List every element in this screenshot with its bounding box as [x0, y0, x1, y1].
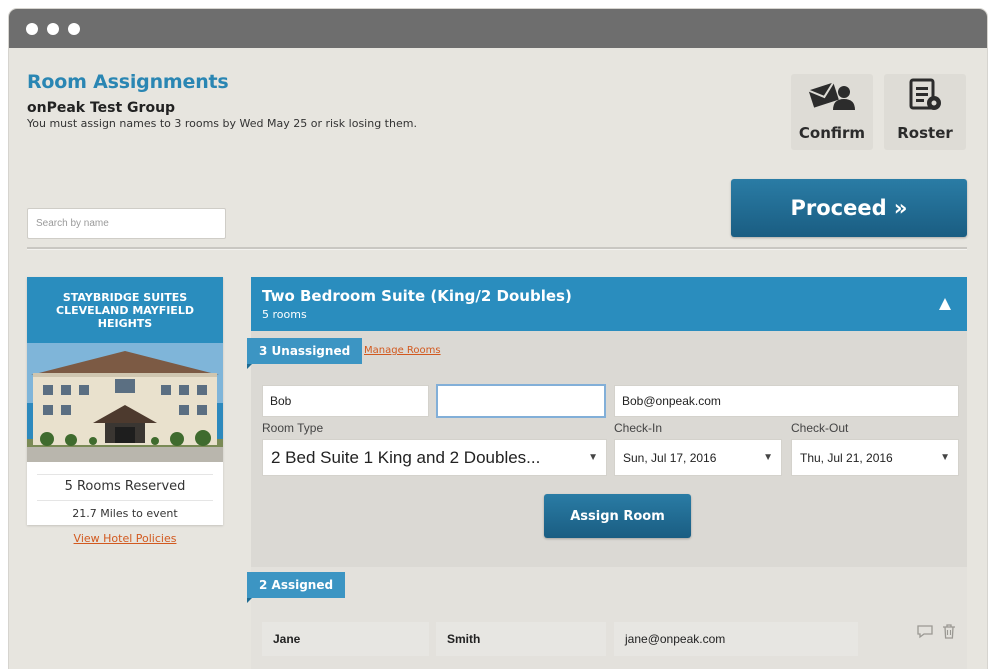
roster-button[interactable]: Roster — [884, 74, 966, 150]
window-titlebar — [9, 9, 987, 48]
comment-icon[interactable] — [916, 624, 934, 643]
caret-down-icon: ▼ — [763, 452, 773, 463]
view-hotel-policies-link[interactable]: View Hotel Policies — [27, 532, 223, 545]
caret-down-icon: ▼ — [940, 452, 950, 463]
room-type-label: Room Type — [262, 421, 324, 435]
roster-label: Roster — [897, 124, 953, 142]
check-out-select[interactable]: Thu, Jul 21, 2016 ▼ — [791, 439, 959, 476]
room-count: 5 rooms — [262, 308, 307, 321]
proceed-button[interactable]: Proceed » — [731, 179, 967, 237]
assigned-email[interactable]: jane@onpeak.com — [614, 622, 858, 656]
section-divider — [27, 247, 967, 249]
check-in-select[interactable]: Sun, Jul 17, 2016 ▼ — [614, 439, 782, 476]
rooms-reserved: 5 Rooms Reserved — [37, 474, 213, 501]
row-actions — [916, 624, 956, 643]
check-in-label: Check-In — [614, 421, 663, 435]
envelope-person-icon — [808, 80, 856, 116]
trash-icon[interactable] — [942, 624, 956, 643]
assign-room-button[interactable]: Assign Room — [544, 494, 691, 538]
assigned-tag: 2 Assigned — [247, 572, 346, 603]
check-out-label: Check-Out — [791, 421, 849, 435]
room-type-select[interactable]: 2 Bed Suite 1 King and 2 Doubles... ▼ — [262, 439, 607, 476]
distance-to-event: 21.7 Miles to event — [72, 507, 178, 520]
browser-window: Room Assignments onPeak Test Group You m… — [9, 9, 987, 669]
first-name-field[interactable]: Bob — [262, 385, 429, 417]
confirm-button[interactable]: Confirm — [791, 74, 873, 150]
page-content: Room Assignments onPeak Test Group You m… — [9, 48, 987, 669]
hotel-card: STAYBRIDGE SUITES CLEVELAND MAYFIELD HEI… — [27, 277, 223, 525]
manage-rooms-link[interactable]: Manage Rooms — [364, 345, 441, 356]
caret-down-icon: ▼ — [588, 452, 598, 463]
assigned-first-name[interactable]: Jane — [262, 622, 429, 656]
window-dot-icon[interactable] — [68, 22, 80, 35]
last-name-field[interactable] — [436, 384, 606, 418]
page-title: Room Assignments — [27, 71, 229, 93]
room-type-value: 2 Bed Suite 1 King and 2 Doubles... — [271, 447, 541, 467]
collapse-up-icon[interactable] — [938, 296, 952, 315]
room-block-panel: Two Bedroom Suite (King/2 Doubles) 5 roo… — [247, 277, 967, 669]
unassigned-tag: 3 Unassigned — [247, 338, 363, 369]
hotel-name: STAYBRIDGE SUITES CLEVELAND MAYFIELD HEI… — [27, 277, 223, 343]
hotel-photo — [27, 343, 223, 462]
confirm-label: Confirm — [798, 124, 866, 142]
room-block-header[interactable]: Two Bedroom Suite (King/2 Doubles) 5 roo… — [251, 277, 967, 331]
room-type-title: Two Bedroom Suite (King/2 Doubles) — [262, 287, 572, 305]
check-in-value: Sun, Jul 17, 2016 — [623, 450, 717, 465]
window-dot-icon[interactable] — [47, 22, 59, 35]
email-field[interactable]: Bob@onpeak.com — [614, 385, 959, 417]
search-input[interactable] — [27, 208, 226, 239]
group-name: onPeak Test Group — [27, 100, 176, 116]
window-dot-icon[interactable] — [26, 22, 38, 35]
deadline-warning: You must assign names to 3 rooms by Wed … — [27, 117, 417, 130]
check-out-value: Thu, Jul 21, 2016 — [800, 450, 893, 465]
assigned-last-name[interactable]: Smith — [436, 622, 606, 656]
roster-gear-icon — [907, 78, 943, 116]
assigned-section: 2 Assigned Jane Smith jane@onpeak.com — [247, 567, 967, 669]
